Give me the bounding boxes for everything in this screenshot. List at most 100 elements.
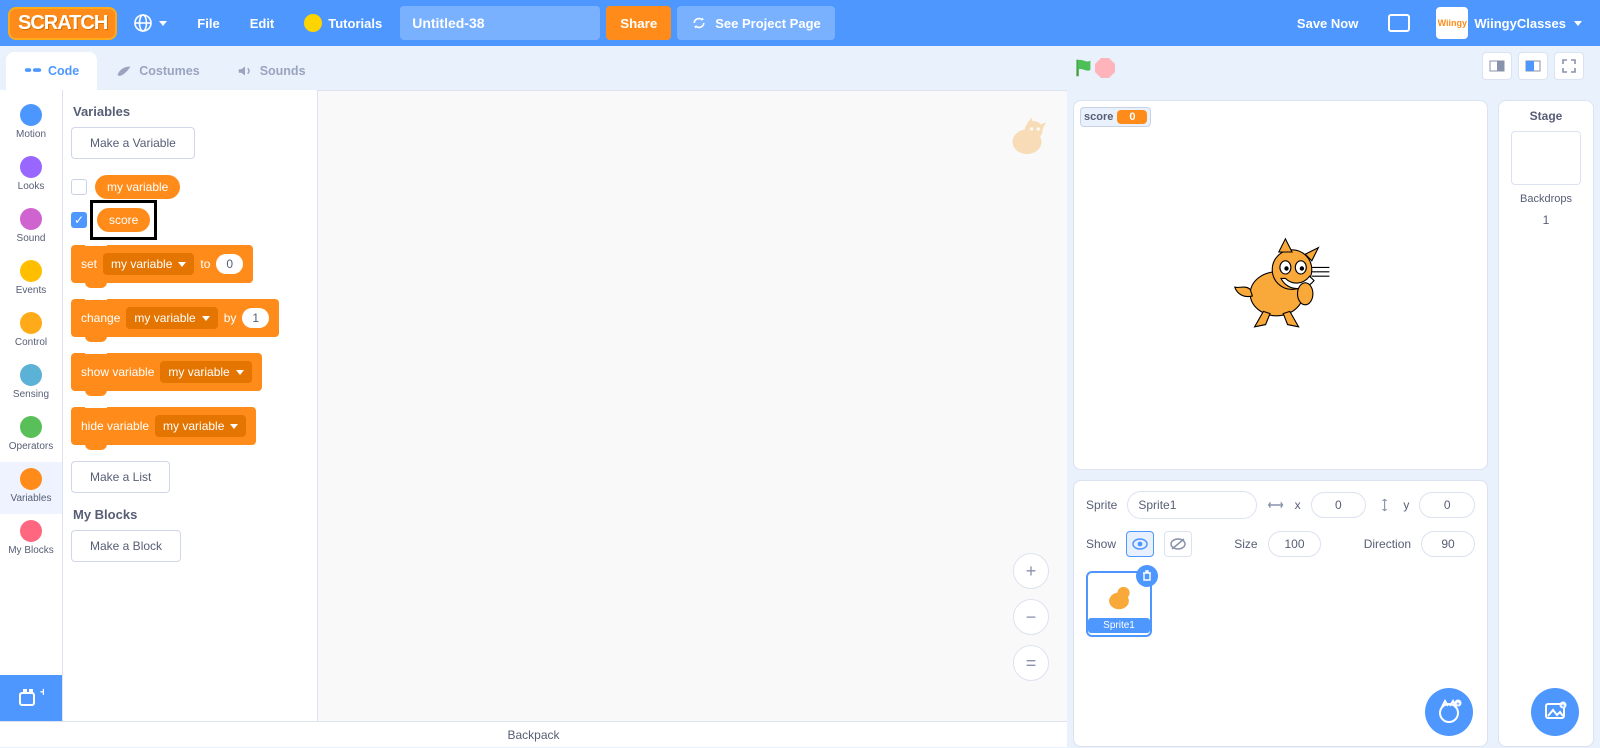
- stage[interactable]: score 0: [1073, 100, 1488, 470]
- add-backdrop-button[interactable]: +: [1531, 688, 1579, 736]
- block-text: set: [81, 257, 97, 271]
- folder-icon: [1388, 14, 1410, 32]
- tutorials-label: Tutorials: [328, 16, 382, 31]
- language-menu[interactable]: [121, 5, 179, 41]
- add-extension-button[interactable]: +: [0, 675, 62, 721]
- stage-selector-panel: Stage Backdrops 1 +: [1498, 100, 1594, 747]
- stage-header: [1067, 46, 1600, 90]
- variable-checkbox[interactable]: [71, 179, 87, 195]
- block-input[interactable]: 0: [216, 254, 243, 274]
- sprite-thumb-icon: [1099, 580, 1139, 618]
- sprite-on-stage-icon[interactable]: [1226, 230, 1336, 340]
- category-label: Variables: [11, 493, 52, 504]
- variable-reporter[interactable]: my variable: [95, 175, 180, 199]
- category-control[interactable]: Control: [0, 306, 62, 358]
- block-dropdown[interactable]: my variable: [160, 361, 251, 383]
- monitor-name: score: [1084, 111, 1113, 123]
- y-label: y: [1403, 498, 1409, 512]
- show-label: Show: [1086, 537, 1116, 551]
- size-input[interactable]: 100: [1268, 531, 1322, 557]
- account-menu[interactable]: Wiingy WiingyClasses: [1428, 1, 1590, 45]
- delete-sprite-button[interactable]: [1136, 565, 1158, 587]
- size-label: Size: [1234, 537, 1257, 551]
- block-input[interactable]: 1: [242, 308, 269, 328]
- make-variable-button[interactable]: Make a Variable: [71, 127, 195, 159]
- file-menu[interactable]: File: [185, 8, 231, 39]
- category-label: Events: [16, 285, 47, 296]
- small-stage-icon: [1489, 60, 1505, 72]
- edit-menu[interactable]: Edit: [238, 8, 287, 39]
- scratch-logo[interactable]: SCRATCH: [10, 9, 115, 38]
- stage-title: Stage: [1530, 109, 1563, 123]
- variable-row: ✓ score: [71, 205, 309, 235]
- block-dropdown[interactable]: my variable: [126, 307, 217, 329]
- brush-icon: [115, 64, 133, 78]
- category-column: Motion Looks Sound Events Control Sensin…: [0, 90, 63, 721]
- block-dropdown[interactable]: my variable: [155, 415, 246, 437]
- fullscreen-button[interactable]: [1554, 52, 1584, 80]
- stage-small-button[interactable]: [1482, 52, 1512, 80]
- make-list-button[interactable]: Make a List: [71, 461, 170, 493]
- project-title-input[interactable]: [400, 6, 600, 40]
- stop-button[interactable]: [1095, 58, 1115, 78]
- sprite-tile[interactable]: Sprite1: [1086, 571, 1152, 637]
- tab-costumes[interactable]: Costumes: [97, 52, 217, 90]
- zoom-reset-button[interactable]: =: [1013, 645, 1049, 681]
- block-show-variable[interactable]: show variable my variable: [71, 353, 262, 391]
- category-myblocks[interactable]: My Blocks: [0, 514, 62, 566]
- tutorials-button[interactable]: Tutorials: [292, 8, 394, 38]
- green-flag-button[interactable]: [1073, 57, 1095, 79]
- block-hide-variable[interactable]: hide variable my variable: [71, 407, 256, 445]
- category-variables[interactable]: Variables: [0, 462, 62, 514]
- see-project-page-label: See Project Page: [715, 16, 821, 31]
- category-motion[interactable]: Motion: [0, 98, 62, 150]
- block-dropdown[interactable]: my variable: [103, 253, 194, 275]
- backdrops-count: 1: [1543, 213, 1550, 227]
- variable-checkbox[interactable]: ✓: [71, 212, 87, 228]
- y-input[interactable]: 0: [1419, 492, 1475, 518]
- tab-code[interactable]: Code: [6, 52, 97, 90]
- tab-sounds[interactable]: Sounds: [218, 52, 324, 90]
- save-now-button[interactable]: Save Now: [1285, 8, 1370, 39]
- make-block-button[interactable]: Make a Block: [71, 530, 181, 562]
- chevron-down-icon: [230, 424, 238, 429]
- block-set-variable[interactable]: set my variable to 0: [71, 245, 253, 283]
- remix-icon: [691, 15, 707, 31]
- palette-header-myblocks: My Blocks: [73, 507, 309, 522]
- category-looks[interactable]: Looks: [0, 150, 62, 202]
- category-events[interactable]: Events: [0, 254, 62, 306]
- tab-costumes-label: Costumes: [139, 64, 199, 78]
- cat-face-icon: +: [1436, 699, 1462, 725]
- zoom-out-button[interactable]: −: [1013, 599, 1049, 635]
- variable-reporter[interactable]: score: [97, 208, 150, 232]
- x-label: x: [1295, 498, 1301, 512]
- block-text: change: [81, 311, 120, 325]
- category-label: Sound: [17, 233, 46, 244]
- sprite-name-input[interactable]: [1127, 491, 1257, 519]
- category-sound[interactable]: Sound: [0, 202, 62, 254]
- category-sensing[interactable]: Sensing: [0, 358, 62, 410]
- category-operators[interactable]: Operators: [0, 410, 62, 462]
- block-change-variable[interactable]: change my variable by 1: [71, 299, 279, 337]
- zoom-in-button[interactable]: +: [1013, 553, 1049, 589]
- category-label: Looks: [18, 181, 45, 192]
- block-text: hide variable: [81, 419, 149, 433]
- stage-large-button[interactable]: [1518, 52, 1548, 80]
- username-label: WiingyClasses: [1474, 16, 1566, 31]
- hide-sprite-button[interactable]: [1164, 531, 1192, 557]
- backpack-header[interactable]: Backpack: [0, 721, 1067, 747]
- stage-thumbnail[interactable]: [1511, 131, 1581, 185]
- code-workspace[interactable]: + − =: [318, 90, 1067, 721]
- x-input[interactable]: 0: [1311, 492, 1367, 518]
- category-label: Sensing: [13, 389, 49, 400]
- see-project-page-button[interactable]: See Project Page: [677, 6, 835, 40]
- add-sprite-button[interactable]: +: [1425, 688, 1473, 736]
- sprite-info-panel: Sprite x 0 y 0 Show Size: [1073, 480, 1488, 747]
- share-button[interactable]: Share: [606, 6, 671, 40]
- stage-variable-monitor[interactable]: score 0: [1080, 107, 1151, 127]
- svg-text:+: +: [1561, 704, 1565, 710]
- direction-input[interactable]: 90: [1421, 531, 1475, 557]
- mystuff-button[interactable]: [1376, 6, 1422, 40]
- show-sprite-button[interactable]: [1126, 531, 1154, 557]
- eye-icon: [1132, 538, 1148, 550]
